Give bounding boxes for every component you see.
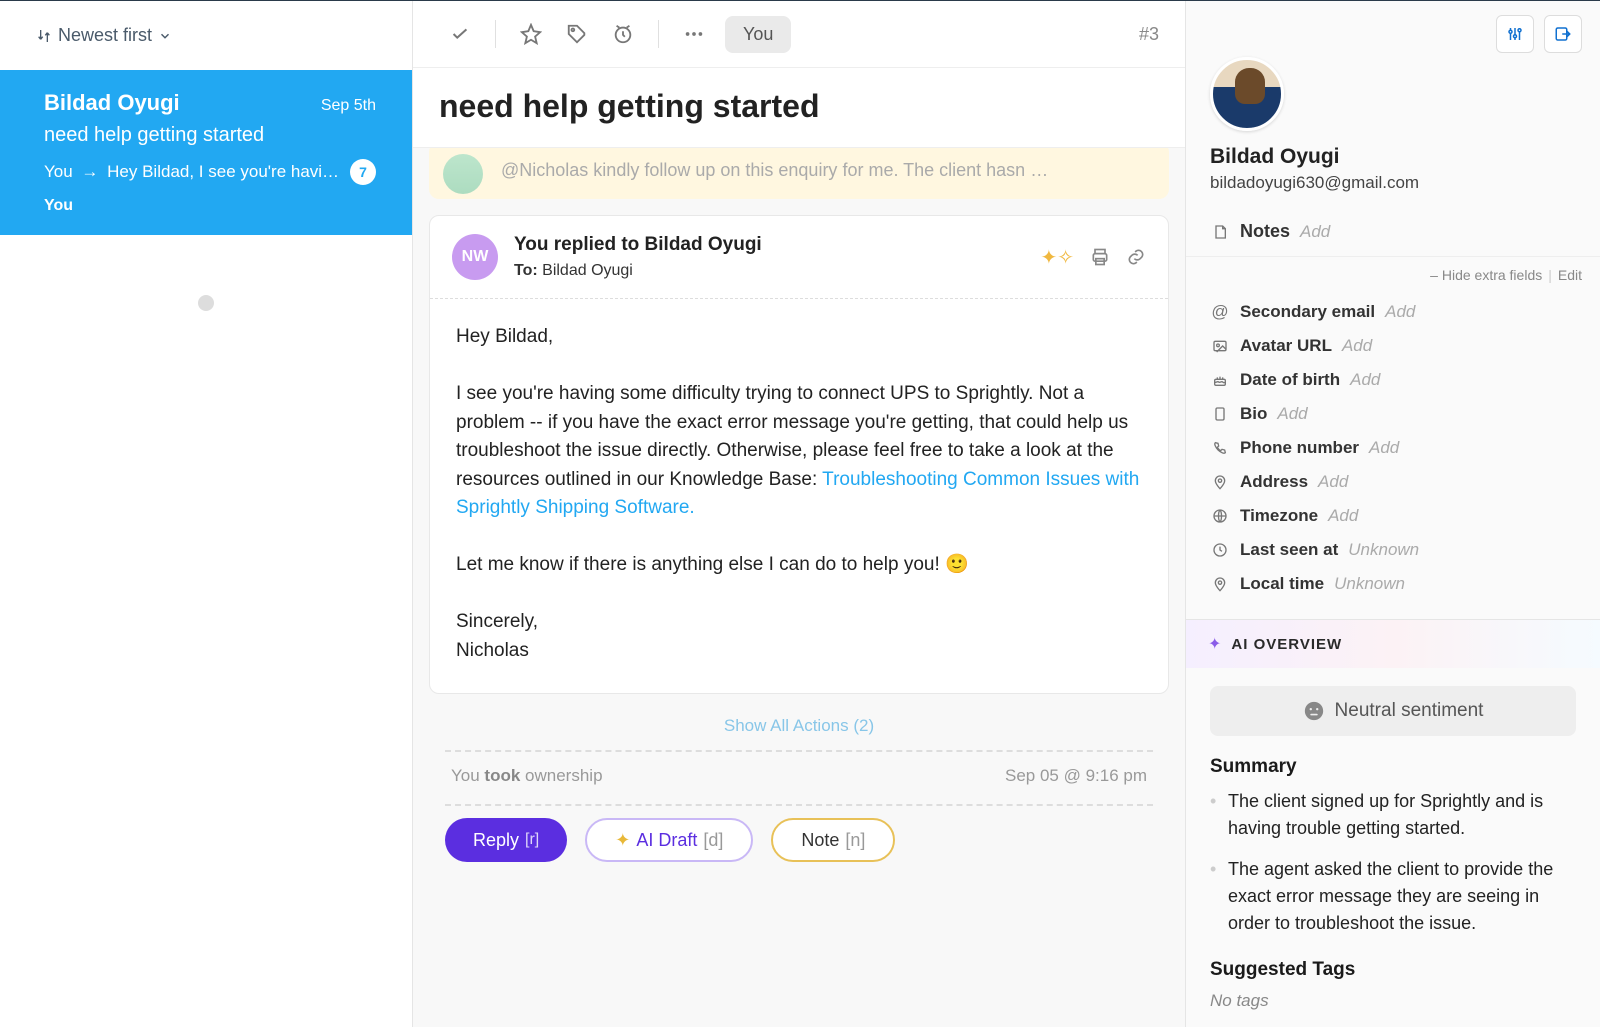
- sparkles-icon[interactable]: ✦✧: [1040, 245, 1074, 270]
- conversation-subject-heading: need help getting started: [413, 68, 1185, 148]
- conversation-date: Sep 5th: [321, 97, 376, 115]
- conversation-item[interactable]: Bildad Oyugi Sep 5th need help getting s…: [0, 70, 412, 235]
- conversation-list-panel: Newest first Bildad Oyugi Sep 5th need h…: [0, 1, 413, 1027]
- toolbar: You #3: [413, 1, 1185, 68]
- list-header: Newest first: [0, 1, 412, 70]
- globe-icon: [1210, 508, 1230, 524]
- field-address: Address Add: [1210, 465, 1576, 499]
- tags-heading: Suggested Tags: [1210, 959, 1576, 981]
- conversation-name: Bildad Oyugi: [44, 90, 180, 116]
- hide-fields-link[interactable]: – Hide extra fields: [1430, 267, 1542, 283]
- sort-button[interactable]: Newest first: [36, 25, 172, 46]
- summary-heading: Summary: [1210, 756, 1576, 778]
- ai-overview-header[interactable]: ✦ AI OVERVIEW: [1186, 619, 1600, 668]
- notes-row: Notes Add: [1186, 207, 1600, 257]
- conversation-subject: need help getting started: [44, 124, 376, 147]
- message-title: You replied to Bildad Oyugi: [514, 234, 1024, 256]
- conversation-preview: You → Hey Bildad, I see you're havi…: [44, 162, 339, 182]
- message-header: NW You replied to Bildad Oyugi To: Bilda…: [430, 216, 1168, 299]
- ownership-event: You took ownership Sep 05 @ 9:16 pm: [429, 752, 1169, 804]
- customer-name: Bildad Oyugi: [1210, 145, 1576, 169]
- chevron-down-icon: [158, 29, 172, 43]
- message-recipient: To: Bildad Oyugi: [514, 262, 1024, 280]
- action-buttons: Reply [r] ✦ AI Draft [d] Note [n]: [429, 806, 1169, 892]
- ai-overview-body: Neutral sentiment Summary The client sig…: [1186, 668, 1600, 1027]
- message-card: NW You replied to Bildad Oyugi To: Bilda…: [429, 215, 1169, 694]
- edit-fields-link[interactable]: Edit: [1558, 267, 1582, 283]
- show-all-actions[interactable]: Show All Actions (2): [429, 702, 1169, 750]
- app-root: Newest first Bildad Oyugi Sep 5th need h…: [0, 0, 1600, 1027]
- sparkles-icon: ✦: [1208, 634, 1221, 654]
- star-icon[interactable]: [510, 13, 552, 55]
- message-thread: @Nicholas kindly follow up on this enqui…: [413, 148, 1185, 908]
- customer-email[interactable]: bildadoyugi630@gmail.com: [1210, 173, 1576, 193]
- previous-note[interactable]: @Nicholas kindly follow up on this enqui…: [429, 148, 1169, 199]
- image-icon: [1210, 338, 1230, 354]
- field-secondary-email: @ Secondary email Add: [1210, 295, 1576, 329]
- notes-add[interactable]: Add: [1300, 222, 1330, 242]
- field-bio: Bio Add: [1210, 397, 1576, 431]
- ai-draft-button[interactable]: ✦ AI Draft [d]: [585, 818, 753, 862]
- more-icon[interactable]: [673, 13, 715, 55]
- tag-icon[interactable]: [556, 13, 598, 55]
- customer-profile: Bildad Oyugi bildadoyugi630@gmail.com: [1186, 53, 1600, 207]
- field-timezone: Timezone Add: [1210, 499, 1576, 533]
- sort-label: Newest first: [58, 25, 152, 46]
- ticket-number: #3: [1139, 24, 1159, 45]
- customer-sidebar: Bildad Oyugi bildadoyugi630@gmail.com No…: [1186, 1, 1600, 1027]
- unread-badge: 7: [350, 159, 376, 185]
- pin-icon: [1210, 474, 1230, 490]
- field-dob: Date of birth Add: [1210, 363, 1576, 397]
- bio-icon: [1210, 406, 1230, 422]
- summary-list: The client signed up for Sprightly and i…: [1210, 788, 1576, 937]
- note-avatar: [443, 154, 483, 194]
- sentiment-badge: Neutral sentiment: [1210, 686, 1576, 736]
- ownership-timestamp: Sep 05 @ 9:16 pm: [1005, 766, 1147, 786]
- message-body: Hey Bildad, I see you're having some dif…: [430, 299, 1168, 693]
- field-phone: Phone number Add: [1210, 431, 1576, 465]
- expand-icon[interactable]: [1544, 15, 1582, 53]
- separator: [495, 20, 496, 48]
- sender-avatar: NW: [452, 234, 498, 280]
- conversation-assignee: You: [44, 197, 376, 215]
- field-local-time: Local time Unknown: [1210, 567, 1576, 601]
- pin-icon: [1210, 576, 1230, 592]
- at-icon: @: [1210, 302, 1230, 322]
- fields-controls: – Hide extra fields | Edit: [1186, 257, 1600, 293]
- assignee-pill[interactable]: You: [725, 16, 791, 53]
- note-icon: [1210, 224, 1230, 240]
- summary-item: The agent asked the client to provide th…: [1210, 856, 1576, 937]
- settings-icon[interactable]: [1496, 15, 1534, 53]
- field-avatar-url: Avatar URL Add: [1210, 329, 1576, 363]
- snooze-icon[interactable]: [602, 13, 644, 55]
- link-icon[interactable]: [1126, 247, 1146, 267]
- phone-icon: [1210, 440, 1230, 456]
- summary-item: The client signed up for Sprightly and i…: [1210, 788, 1576, 842]
- customer-avatar: [1210, 57, 1284, 131]
- sort-icon: [36, 28, 52, 44]
- field-last-seen: Last seen at Unknown: [1210, 533, 1576, 567]
- clock-icon: [1210, 542, 1230, 558]
- print-icon[interactable]: [1090, 247, 1110, 267]
- checkmark-icon[interactable]: [439, 13, 481, 55]
- cake-icon: [1210, 372, 1230, 388]
- separator: [658, 20, 659, 48]
- loading-indicator: [198, 295, 214, 311]
- note-button[interactable]: Note [n]: [771, 818, 895, 862]
- field-list: @ Secondary email Add Avatar URL Add Dat…: [1186, 293, 1600, 619]
- neutral-face-icon: [1303, 700, 1325, 722]
- notes-label: Notes: [1240, 221, 1290, 242]
- reply-button[interactable]: Reply [r]: [445, 818, 567, 862]
- no-tags-text: No tags: [1210, 991, 1576, 1011]
- conversation-detail-panel: You #3 need help getting started @Nichol…: [413, 1, 1186, 1027]
